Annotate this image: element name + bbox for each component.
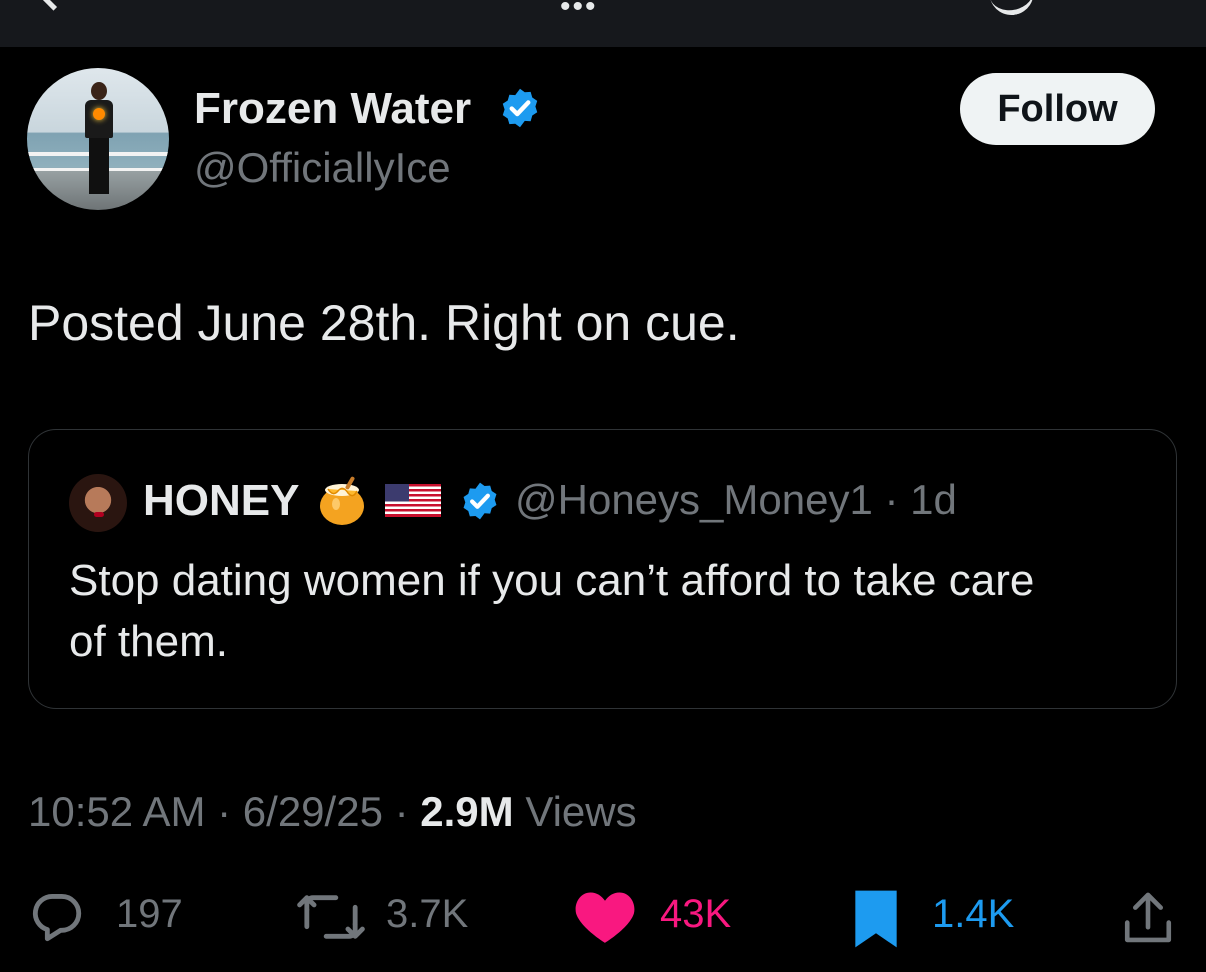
author-name[interactable]: Frozen Water [194,84,471,134]
quoted-name: HONEY [143,476,300,525]
quoted-avatar[interactable] [69,474,127,532]
share-button[interactable] [1120,880,1180,950]
author-handle[interactable]: @OfficiallyIce [194,144,451,192]
grok-icon[interactable] [986,0,1038,20]
honey-pot-emoji [320,476,364,525]
reply-button[interactable]: 197 [28,880,188,950]
quoted-age: 1d [910,476,957,523]
like-icon [575,892,635,943]
tweet-time[interactable]: 10:52 AM [28,788,205,835]
quoted-tweet[interactable]: HONEY @Honeys_Money1 · 1d Stop dating wo… [28,429,1177,709]
verified-badge-icon [502,88,538,128]
more-icon[interactable]: ••• [560,0,598,24]
views-count: 2.9M [420,788,514,835]
avatar-person [85,82,113,194]
repost-button[interactable]: 3.7K [296,880,476,950]
back-arrow-icon[interactable] [34,0,73,11]
reply-count: 197 [116,892,183,936]
reply-icon [32,894,82,942]
bookmark-button[interactable]: 1.4K [852,880,1032,950]
tweet-meta: 10:52 AM · 6/29/25 · 2.9M Views [28,788,637,835]
verified-badge-icon [463,482,497,520]
views-label: Views [525,788,637,835]
like-count: 43K [660,892,732,936]
tweet-date[interactable]: 6/29/25 [243,788,383,835]
like-button[interactable]: 43K [574,880,754,950]
quoted-handle: @Honeys_Money1 [515,476,873,523]
action-bar: 197 3.7K 43K 1.4K [0,880,1206,950]
bookmark-icon [855,890,897,948]
us-flag-emoji [385,484,441,517]
top-bar: ••• [0,0,1206,47]
quoted-text: Stop dating women if you can’t afford to… [69,556,1035,666]
repost-icon [297,895,365,939]
bookmark-count: 1.4K [932,892,1015,936]
share-icon [1124,892,1172,943]
tweet-text: Posted June 28th. Right on cue. [28,295,740,351]
author-avatar[interactable] [27,68,169,210]
follow-button[interactable]: Follow [960,73,1155,145]
repost-count: 3.7K [386,892,469,936]
quoted-handle-line: @Honeys_Money1 · 1d [515,476,957,523]
